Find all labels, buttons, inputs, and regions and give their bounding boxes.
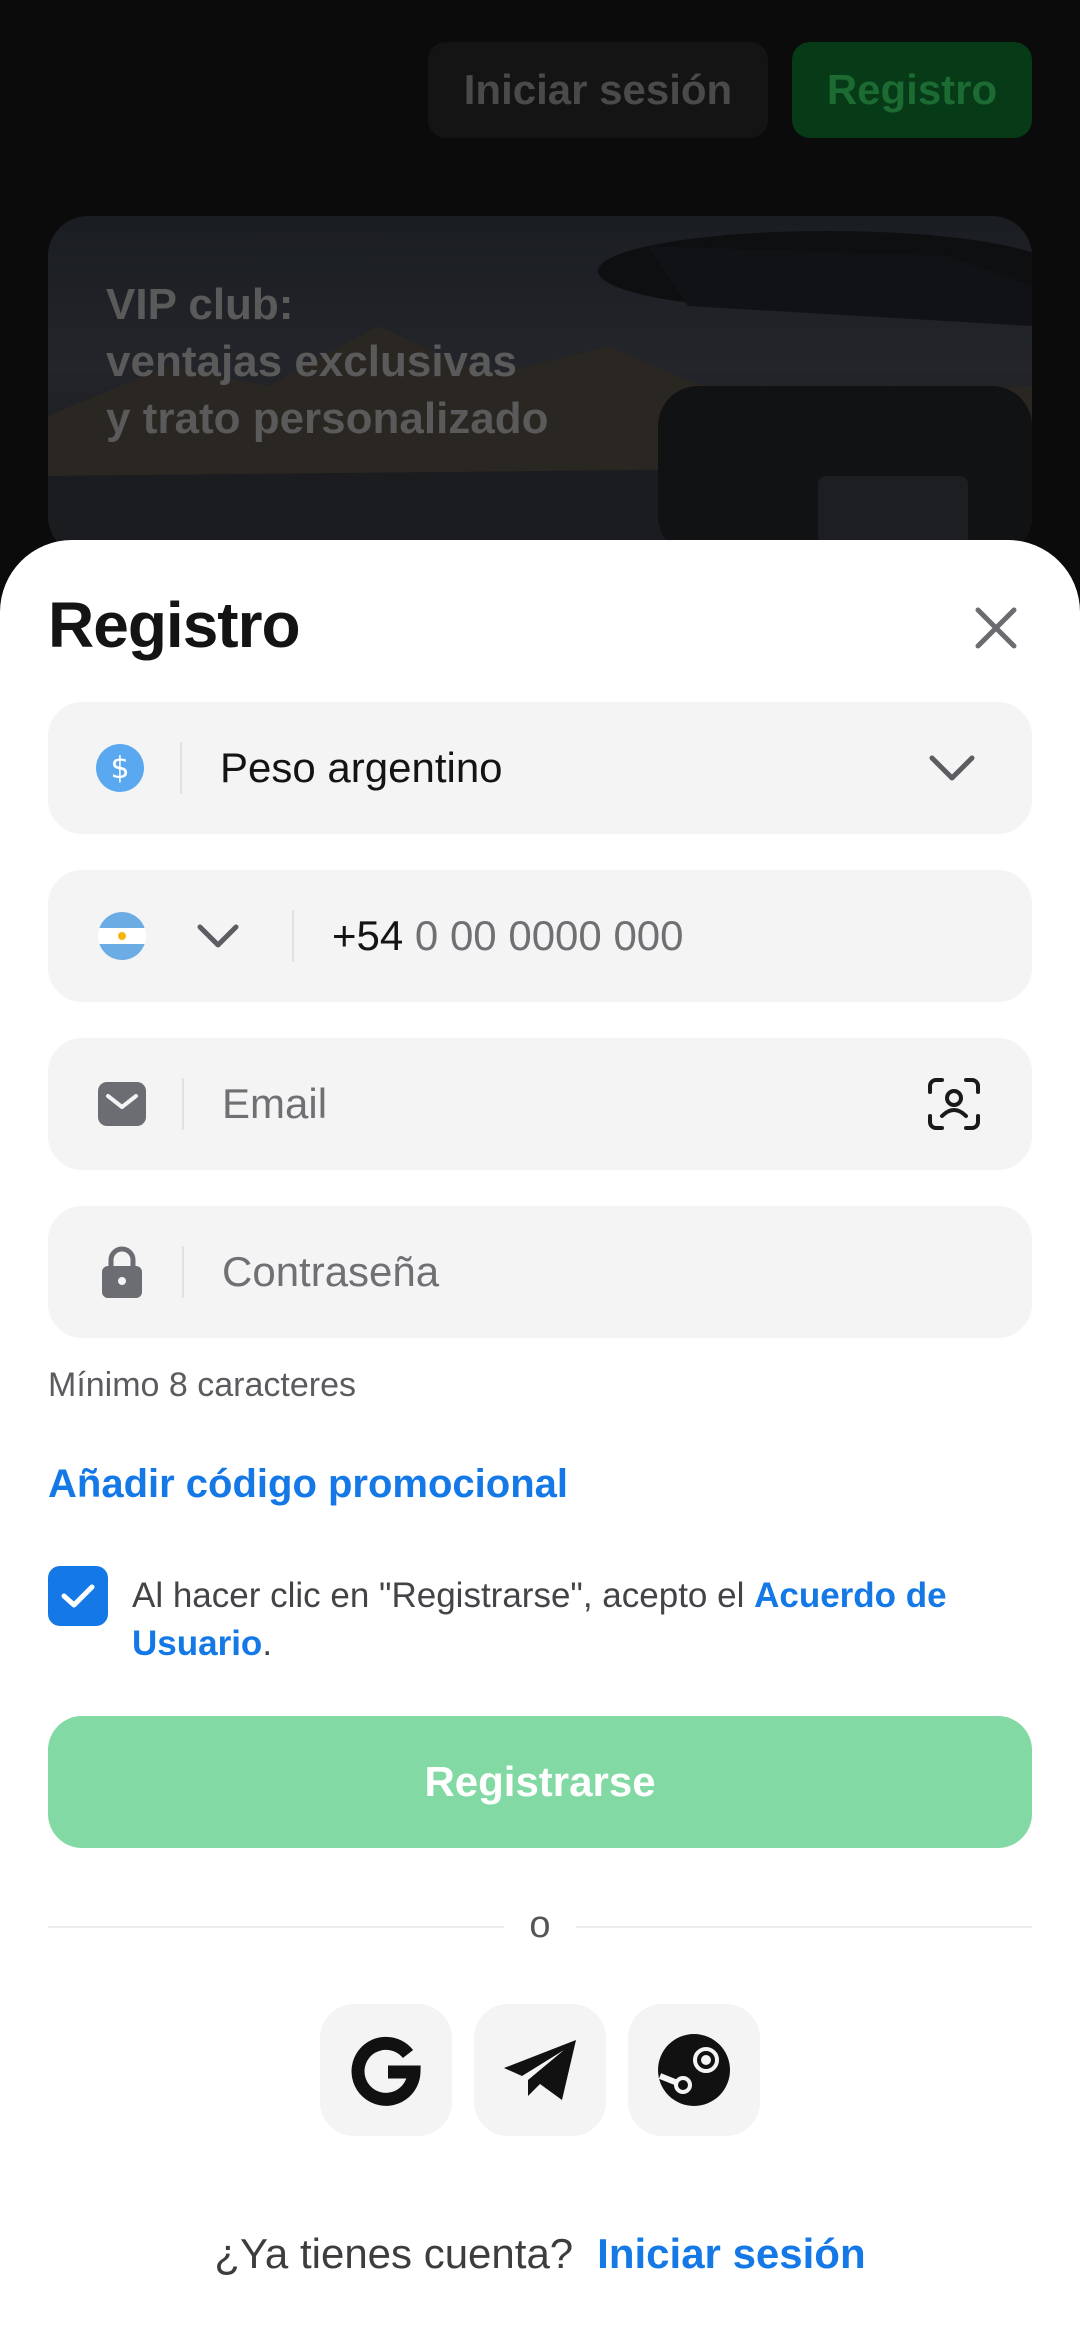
password-hint: Mínimo 8 caracteres [48,1366,356,1404]
divider-left [48,1926,504,1928]
field-separator [180,742,182,794]
have-account-text: ¿Ya tienes cuenta? [214,2230,574,2277]
banner-line-1: VIP club: [106,280,294,329]
google-icon [351,2036,421,2106]
header-register-button[interactable]: Registro [792,42,1032,138]
telegram-icon [504,2040,576,2100]
currency-select[interactable]: $ Peso argentino [48,702,1032,834]
sheet-title: Registro [48,589,301,661]
close-button[interactable] [960,592,1032,664]
register-submit-button[interactable]: Registrarse [48,1716,1032,1848]
agreement-text: Al hacer clic en "Registrarse", acepto e… [132,1572,1032,1668]
footer: ¿Ya tienes cuenta? Iniciar sesión [0,2230,1080,2278]
checkmark-icon [61,1584,95,1608]
argentina-flag-icon[interactable] [98,912,146,960]
password-placeholder: Contraseña [222,1248,440,1295]
face-scan-icon[interactable] [926,1076,982,1132]
steam-icon [658,2034,730,2106]
close-icon [975,607,1017,649]
chevron-down-icon [928,753,976,783]
google-login-button[interactable] [320,2004,452,2136]
telegram-login-button[interactable] [474,2004,606,2136]
envelope-icon [98,1082,146,1126]
password-field[interactable]: Contraseña [48,1206,1032,1338]
lock-icon [100,1246,144,1298]
dollar-coin-icon: $ [96,744,144,792]
steam-login-button[interactable] [628,2004,760,2136]
divider-right [576,1926,1032,1928]
svg-text:$: $ [110,751,129,786]
vip-banner[interactable]: VIP club: ventajas exclusivas y trato pe… [48,216,1032,556]
divider-label: o [529,1904,551,1946]
email-placeholder: Email [222,1080,328,1127]
email-field[interactable]: Email [48,1038,1032,1170]
country-chevron-down-icon[interactable] [196,922,240,950]
agreement-checkbox[interactable] [48,1566,108,1626]
agreement-suffix: . [262,1624,273,1663]
registration-sheet: Registro $ Peso argentino +54 0 00 0000 … [0,540,1080,2340]
currency-value: Peso argentino [220,744,503,791]
header-login-button[interactable]: Iniciar sesión [428,42,768,138]
phone-placeholder: 0 00 0000 000 [414,912,684,959]
banner-line-3: y trato personalizado [106,394,549,443]
add-promo-code-link[interactable]: Añadir código promocional [48,1462,568,1507]
banner-line-2: ventajas exclusivas [106,337,517,386]
agreement-label: Al hacer clic en "Registrarse", acepto e… [132,1576,755,1615]
phone-prefix: +54 [332,912,404,959]
field-separator [182,1246,184,1298]
phone-field[interactable]: +54 0 00 0000 000 [48,870,1032,1002]
login-link[interactable]: Iniciar sesión [597,2230,865,2277]
field-separator [182,1078,184,1130]
field-separator [292,910,294,962]
